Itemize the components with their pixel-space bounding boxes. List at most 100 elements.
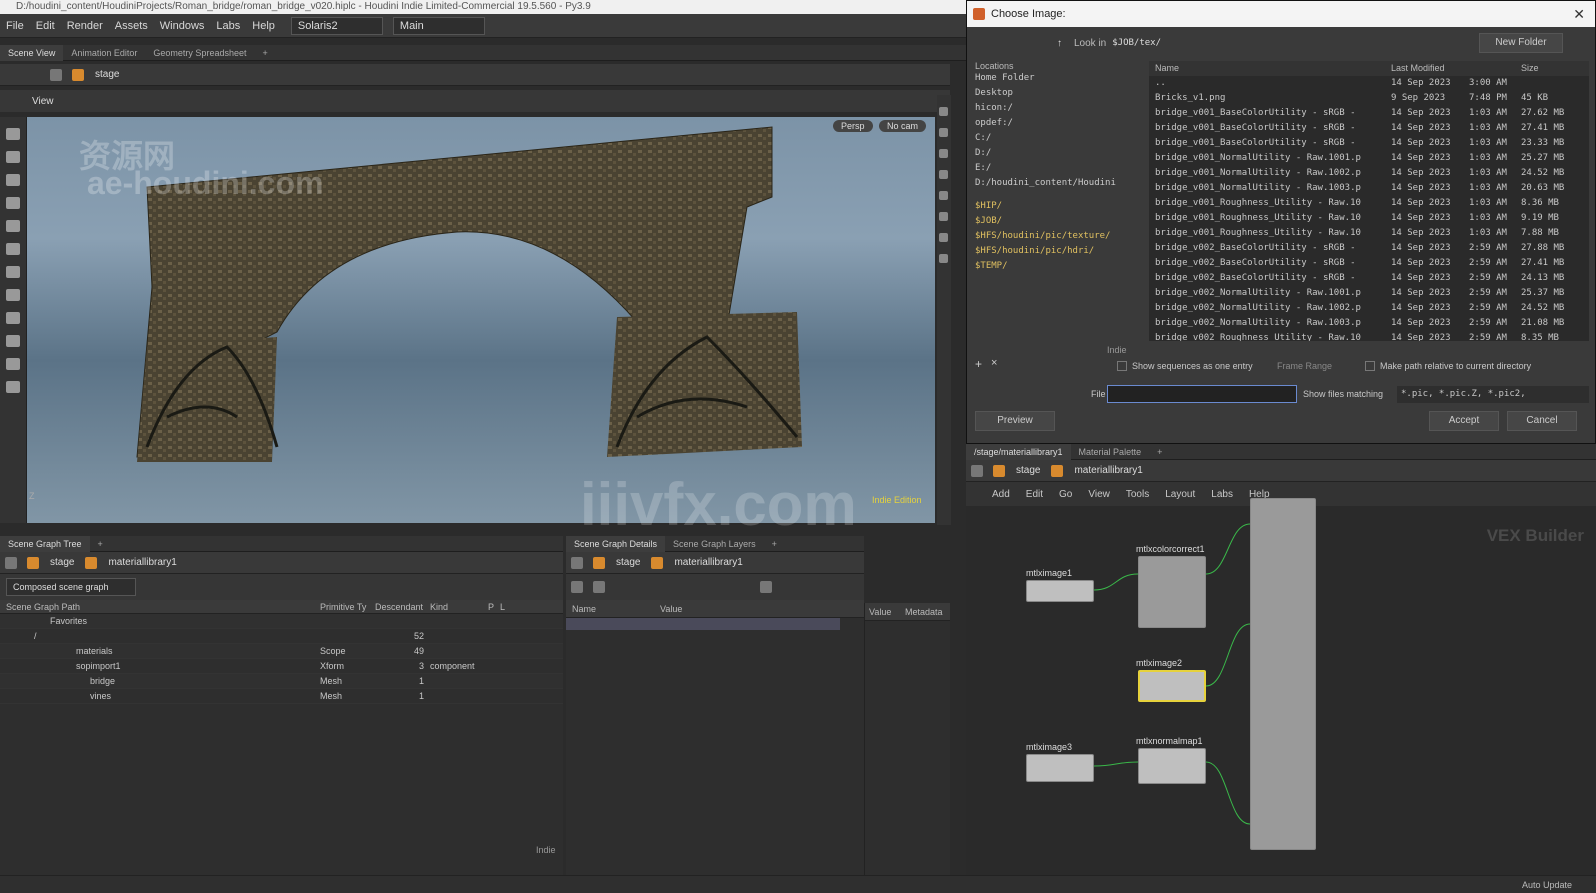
snapshot-icon[interactable]	[939, 254, 948, 263]
col-name[interactable]: Name	[1149, 61, 1391, 76]
col-p[interactable]: P	[488, 600, 500, 614]
list-view-icon[interactable]	[571, 581, 583, 593]
sgd-path-node[interactable]: materiallibrary1	[668, 557, 748, 568]
lock-camera-icon[interactable]	[939, 149, 948, 158]
snap-icon[interactable]	[6, 266, 20, 278]
menu-labs[interactable]: Labs	[210, 20, 246, 32]
scale-tool-icon[interactable]	[6, 220, 20, 232]
tab-scene-view[interactable]: Scene View	[0, 44, 64, 61]
file-row[interactable]: bridge_v001_NormalUtility - Raw.1002.p 14…	[1149, 166, 1589, 181]
wire-icon[interactable]	[939, 212, 948, 221]
sgd-col-value[interactable]: Value	[660, 600, 750, 618]
display-icon[interactable]	[939, 107, 948, 116]
tab-scene-graph-details[interactable]: Scene Graph Details	[566, 535, 666, 552]
sgt-mode-select[interactable]: Composed scene graph	[6, 578, 136, 596]
file-row[interactable]: bridge_v001_BaseColorUtility - sRGB - 14 …	[1149, 136, 1589, 151]
col-kind[interactable]: Kind	[430, 600, 488, 614]
new-folder-button[interactable]: New Folder	[1479, 33, 1563, 53]
sgt-path-node[interactable]: materiallibrary1	[102, 557, 182, 568]
preview-button[interactable]: Preview	[975, 411, 1055, 431]
location-item[interactable]: Desktop	[975, 88, 1145, 103]
folder-item[interactable]: $HFS/houdini/pic/texture/	[975, 231, 1145, 246]
file-row[interactable]: bridge_v001_BaseColorUtility - sRGB - 14 …	[1149, 106, 1589, 121]
add-tab-button[interactable]: +	[254, 45, 275, 61]
rotate-tool-icon[interactable]	[6, 197, 20, 209]
dialog-close-icon[interactable]: ✕	[1573, 1, 1585, 27]
file-row[interactable]: bridge_v002_NormalUtility - Raw.1001.p 14…	[1149, 286, 1589, 301]
tab-scene-graph-tree[interactable]: Scene Graph Tree	[0, 535, 90, 552]
file-row[interactable]: .. 14 Sep 2023 3:00 AM	[1149, 76, 1589, 91]
3d-viewport[interactable]: Z 资源网 ae-houdini.com Persp No cam Indie …	[27, 117, 935, 523]
display-options-icon[interactable]	[6, 381, 20, 393]
folder-item[interactable]: $TEMP/	[975, 261, 1145, 276]
sgt-path-stage[interactable]: stage	[44, 557, 80, 568]
sgt-back-icon[interactable]	[5, 556, 17, 569]
sgd-add-tab-button[interactable]: +	[764, 536, 785, 552]
sgd-col-name[interactable]: Name	[566, 600, 660, 618]
sgd-path-stage[interactable]: stage	[610, 557, 646, 568]
camera-menu-button[interactable]: No cam	[879, 120, 927, 132]
file-row[interactable]: bridge_v002_NormalUtility - Raw.1002.p 14…	[1149, 301, 1589, 316]
file-row[interactable]: bridge_v002_Roughness_Utility - Raw.10 14…	[1149, 331, 1589, 341]
context-selector[interactable]: Main	[392, 16, 485, 35]
sgd-back-icon[interactable]	[571, 556, 583, 569]
folder-item[interactable]: $HFS/houdini/pic/hdri/	[975, 246, 1145, 261]
sgd-side-meta[interactable]: Metadata	[905, 603, 943, 621]
tree-row[interactable]: bridge Mesh 1	[0, 674, 563, 689]
file-row[interactable]: bridge_v002_BaseColorUtility - sRGB - 14 …	[1149, 256, 1589, 271]
col-primitive-type[interactable]: Primitive Ty	[320, 600, 375, 614]
show-sequences-row[interactable]: Show sequences as one entry	[1117, 361, 1253, 371]
shading-icon[interactable]	[939, 191, 948, 200]
file-row[interactable]: bridge_v002_BaseColorUtility - sRGB - 14 …	[1149, 241, 1589, 256]
camera-tool-icon[interactable]	[6, 312, 20, 324]
col-descendants[interactable]: Descendant	[375, 600, 430, 614]
menu-windows[interactable]: Windows	[154, 20, 211, 32]
pin-icon[interactable]	[939, 233, 948, 242]
folder-item[interactable]: $JOB/	[975, 216, 1145, 231]
sgd-selected-row[interactable]	[566, 618, 840, 630]
make-relative-row[interactable]: Make path relative to current directory	[1365, 361, 1531, 371]
location-item[interactable]: D:/	[975, 148, 1145, 163]
path-stage[interactable]: stage	[89, 69, 125, 80]
lock-icon[interactable]	[6, 151, 20, 163]
location-item[interactable]: Home Folder	[975, 73, 1145, 88]
light-tool-icon[interactable]	[6, 289, 20, 301]
look-in-field[interactable]: $JOB/tex/	[1112, 34, 1477, 52]
add-location-icon[interactable]: +	[975, 357, 982, 371]
show-matching-field[interactable]: *.pic, *.pic.Z, *.pic2,	[1397, 386, 1589, 403]
menu-render[interactable]: Render	[61, 20, 109, 32]
file-row[interactable]: bridge_v001_Roughness_Utility - Raw.10 14…	[1149, 211, 1589, 226]
tree-row[interactable]: Favorites	[0, 614, 563, 629]
up-folder-icon[interactable]: ↑	[1057, 38, 1062, 49]
make-relative-checkbox[interactable]	[1365, 361, 1375, 371]
file-row[interactable]: bridge_v001_NormalUtility - Raw.1003.p 14…	[1149, 181, 1589, 196]
tree-row[interactable]: sopimport1 Xform 3 component	[0, 659, 563, 674]
file-row[interactable]: bridge_v001_BaseColorUtility - sRGB - 14 …	[1149, 121, 1589, 136]
location-item[interactable]: C:/	[975, 133, 1145, 148]
file-row[interactable]: bridge_v001_NormalUtility - Raw.1001.p 14…	[1149, 151, 1589, 166]
render-region-icon[interactable]	[6, 358, 20, 370]
move-tool-icon[interactable]	[6, 174, 20, 186]
sgt-add-tab-button[interactable]: +	[90, 536, 111, 552]
folder-item[interactable]: $HIP/	[975, 201, 1145, 216]
cancel-button[interactable]: Cancel	[1507, 411, 1577, 431]
file-input[interactable]	[1107, 385, 1297, 403]
location-item[interactable]: D:/houdini_content/Houdini	[975, 178, 1145, 193]
file-row[interactable]: bridge_v001_Roughness_Utility - Raw.10 14…	[1149, 196, 1589, 211]
magnet-icon[interactable]	[6, 335, 20, 347]
tree-row[interactable]: / 52	[0, 629, 563, 644]
menu-file[interactable]: File	[0, 20, 30, 32]
accept-button[interactable]: Accept	[1429, 411, 1499, 431]
file-row[interactable]: bridge_v001_Roughness_Utility - Raw.10 14…	[1149, 226, 1589, 241]
col-l[interactable]: L	[500, 600, 512, 614]
tab-scene-graph-layers[interactable]: Scene Graph Layers	[665, 536, 764, 552]
select-tool-icon[interactable]	[6, 128, 20, 140]
columns-icon[interactable]	[593, 581, 605, 593]
remove-location-icon[interactable]: ×	[991, 357, 997, 369]
menu-edit[interactable]: Edit	[30, 20, 61, 32]
back-icon[interactable]	[50, 68, 62, 81]
auto-update-label[interactable]: Auto Update	[1522, 880, 1572, 890]
file-row[interactable]: bridge_v002_BaseColorUtility - sRGB - 14 …	[1149, 271, 1589, 286]
menu-help[interactable]: Help	[246, 20, 281, 32]
col-scene-graph-path[interactable]: Scene Graph Path	[0, 600, 320, 614]
